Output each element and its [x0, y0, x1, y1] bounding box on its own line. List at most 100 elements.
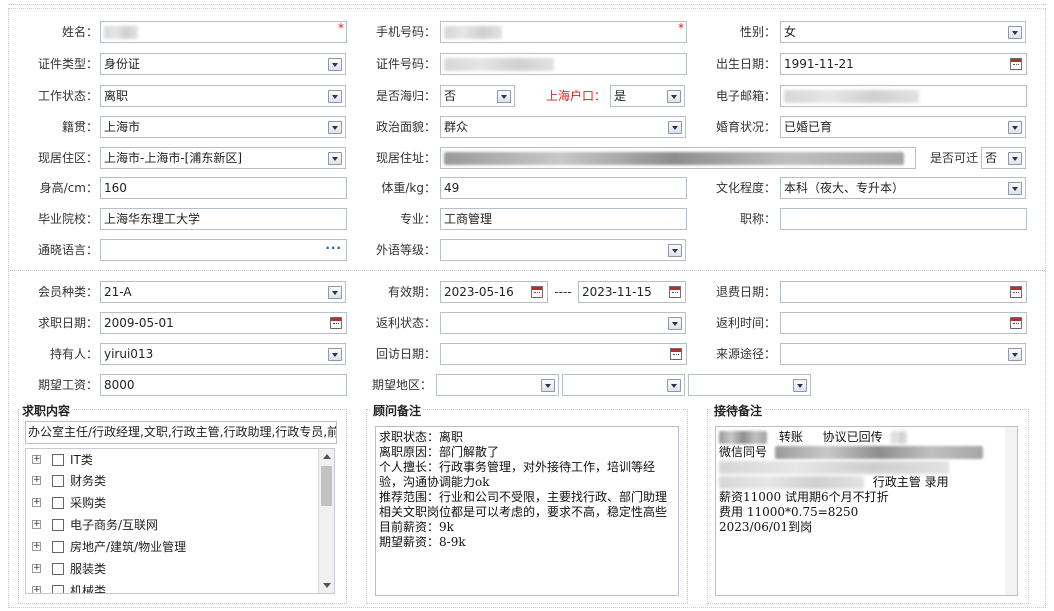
checkbox[interactable]: [52, 541, 64, 553]
foreign-level-select[interactable]: [440, 239, 686, 261]
chevron-down-icon[interactable]: [497, 90, 511, 103]
chevron-down-icon[interactable]: [1008, 182, 1022, 195]
scroll-up-icon[interactable]: [323, 454, 331, 459]
title-input[interactable]: [780, 208, 1027, 230]
chevron-down-icon[interactable]: [668, 121, 682, 134]
redacted-id-no: [444, 58, 554, 71]
calendar-icon[interactable]: [531, 286, 543, 298]
political-label: 政治面貌：: [375, 120, 436, 134]
expand-icon[interactable]: +: [32, 564, 41, 573]
tree-item[interactable]: + 房地产/建筑/物业管理: [26, 537, 318, 557]
tree-scrollbar[interactable]: [318, 449, 334, 593]
expand-icon[interactable]: +: [32, 498, 41, 507]
calendar-icon[interactable]: [1010, 286, 1022, 298]
weight-value: 49: [444, 181, 460, 195]
scroll-thumb[interactable]: [321, 466, 332, 506]
tree-item[interactable]: + 机械类: [26, 581, 318, 593]
relocate-select[interactable]: 否: [981, 147, 1026, 169]
redacted-text: [719, 461, 949, 474]
height-input[interactable]: 160: [100, 177, 347, 199]
gender-select[interactable]: 女: [780, 21, 1026, 43]
id-type-select[interactable]: 身份证: [100, 53, 346, 75]
expand-icon[interactable]: +: [32, 476, 41, 485]
chevron-down-icon[interactable]: [1008, 348, 1022, 361]
relocate-label: 是否可迁: [929, 151, 978, 165]
expand-icon[interactable]: +: [32, 455, 41, 464]
checkbox[interactable]: [52, 519, 64, 531]
tree-item[interactable]: + 电子商务/互联网: [26, 515, 318, 535]
address-input[interactable]: [440, 147, 916, 169]
validity-end-input[interactable]: 2023-11-15: [578, 281, 686, 303]
checkbox[interactable]: [52, 475, 64, 487]
area-province-select[interactable]: [436, 374, 559, 396]
scroll-down-icon[interactable]: [323, 583, 331, 588]
weight-input[interactable]: 49: [440, 177, 687, 199]
chevron-down-icon[interactable]: [1008, 152, 1022, 165]
chevron-down-icon[interactable]: [668, 317, 682, 330]
calendar-icon[interactable]: [669, 286, 681, 298]
tree-item[interactable]: + 财务类: [26, 471, 318, 491]
checkbox[interactable]: [52, 454, 64, 466]
calendar-icon[interactable]: [1010, 58, 1022, 70]
id-no-input[interactable]: [440, 53, 687, 75]
chevron-down-icon[interactable]: [667, 90, 681, 103]
chevron-down-icon[interactable]: [328, 121, 342, 134]
political-select[interactable]: 群众: [440, 116, 686, 138]
expand-icon[interactable]: +: [32, 542, 41, 551]
rebate-time-input[interactable]: [780, 312, 1027, 334]
email-input[interactable]: [780, 85, 1027, 107]
language-input[interactable]: ···: [100, 239, 347, 261]
source-select[interactable]: [780, 343, 1026, 365]
checkbox[interactable]: [52, 497, 64, 509]
area-city-select[interactable]: [562, 374, 685, 396]
chevron-down-icon[interactable]: [668, 244, 682, 257]
expand-icon[interactable]: +: [32, 520, 41, 529]
salary-input[interactable]: 8000: [100, 374, 347, 396]
major-input[interactable]: 工商管理: [440, 208, 687, 230]
calendar-icon[interactable]: [330, 317, 342, 329]
name-input[interactable]: *: [100, 21, 347, 43]
checkbox[interactable]: [52, 585, 64, 593]
apply-date-input[interactable]: 2009-05-01: [100, 312, 347, 334]
work-status-select[interactable]: 离职: [100, 85, 346, 107]
reception-notes-textarea[interactable]: 转账 协议已回传 微信同号 行政主管 录用 薪资11000 试用期6个月不打折 …: [715, 426, 1018, 596]
expand-icon[interactable]: +: [32, 586, 41, 593]
education-select[interactable]: 本科（夜大、专升本）: [780, 177, 1026, 199]
rebate-status-select[interactable]: [440, 312, 686, 334]
checkbox[interactable]: [52, 563, 64, 575]
holder-select[interactable]: yirui013: [100, 343, 346, 365]
marital-label: 婚育状况：: [715, 120, 776, 134]
native-select[interactable]: 上海市: [100, 116, 346, 138]
area-district-select[interactable]: [688, 374, 811, 396]
chevron-down-icon[interactable]: [328, 90, 342, 103]
residence-select[interactable]: 上海市-上海市-[浦东新区]: [100, 147, 346, 169]
advisor-notes-textarea[interactable]: 求职状态：离职 离职原因：部门解散了 个人擅长：行政事务管理，对外接待工作，培训…: [375, 426, 679, 596]
tree-item[interactable]: + 服装类: [26, 559, 318, 579]
chevron-down-icon[interactable]: [667, 379, 681, 392]
validity-start-input[interactable]: 2023-05-16: [440, 281, 548, 303]
member-type-select[interactable]: 21-A: [100, 281, 346, 303]
school-input[interactable]: 上海华东理工大学: [100, 208, 347, 230]
chevron-down-icon[interactable]: [328, 286, 342, 299]
visit-date-input[interactable]: [440, 343, 687, 365]
chevron-down-icon[interactable]: [328, 58, 342, 71]
tree-item[interactable]: + IT类: [26, 450, 318, 470]
refund-date-input[interactable]: [780, 281, 1027, 303]
chevron-down-icon[interactable]: [328, 348, 342, 361]
chevron-down-icon[interactable]: [793, 379, 807, 392]
marital-select[interactable]: 已婚已育: [780, 116, 1026, 138]
job-summary-input[interactable]: 办公室主任/行政经理,文职,行政主管,行政助理,行政专员,前: [25, 421, 337, 444]
chevron-down-icon[interactable]: [541, 379, 555, 392]
shanghai-hukou-select[interactable]: 是: [610, 85, 685, 107]
chevron-down-icon[interactable]: [328, 152, 342, 165]
phone-input[interactable]: *: [440, 21, 687, 43]
more-options-icon[interactable]: ···: [325, 240, 342, 258]
calendar-icon[interactable]: [670, 348, 682, 360]
tree-item[interactable]: + 采购类: [26, 493, 318, 513]
birth-date-input[interactable]: 1991-11-21: [780, 53, 1027, 75]
chevron-down-icon[interactable]: [1008, 121, 1022, 134]
calendar-icon[interactable]: [1010, 317, 1022, 329]
reception-scrollbar[interactable]: [1005, 427, 1017, 595]
chevron-down-icon[interactable]: [1008, 26, 1022, 39]
returnee-select[interactable]: 否: [440, 85, 515, 107]
